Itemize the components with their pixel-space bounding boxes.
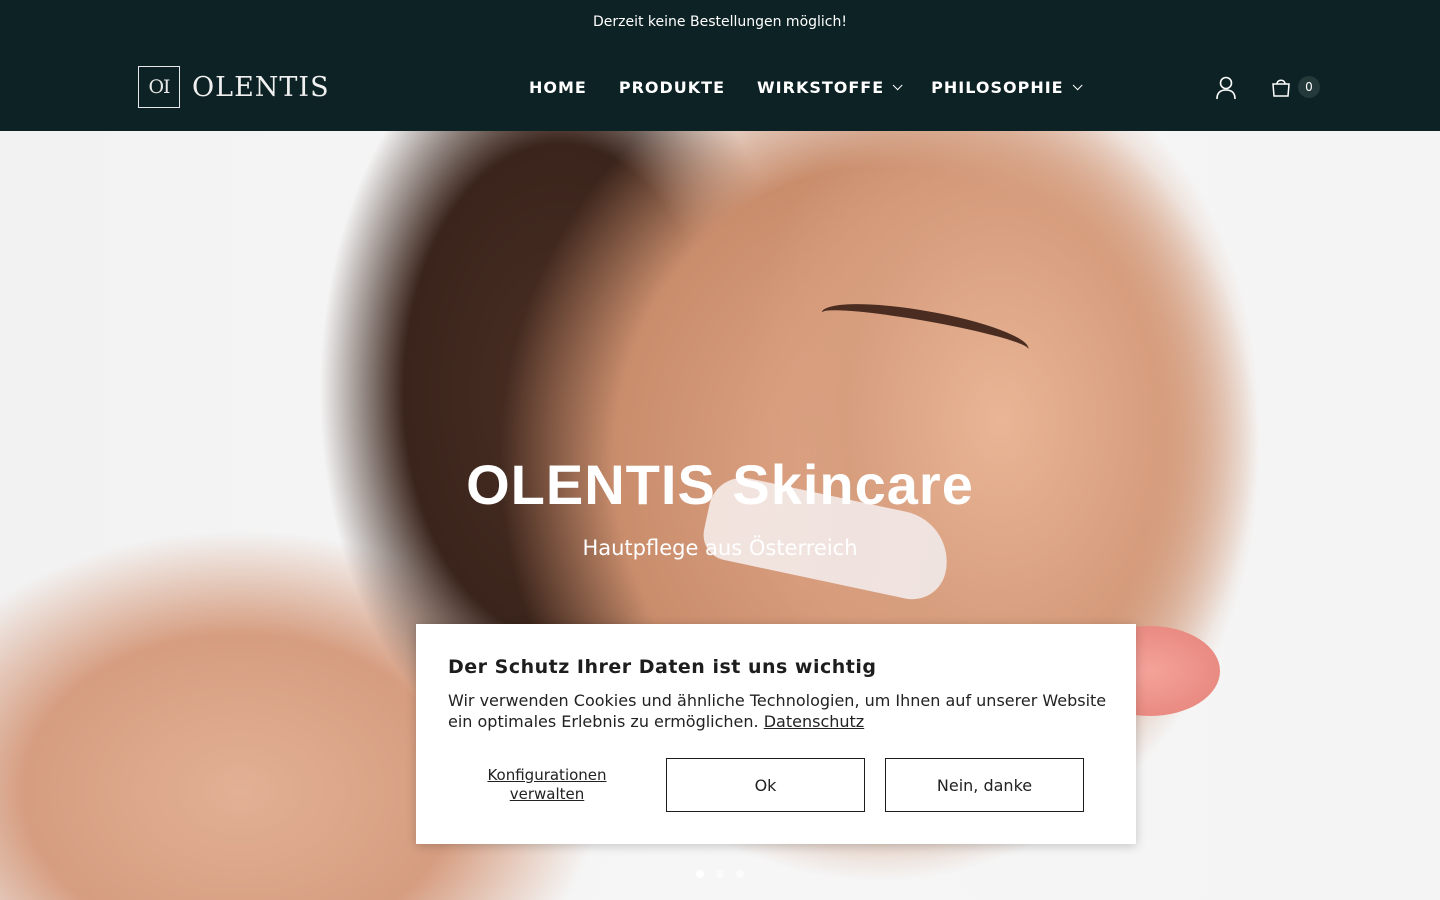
cart-button[interactable]: 0: [1270, 76, 1320, 98]
logo-mark: OI: [138, 66, 180, 108]
shopping-bag-icon: [1272, 79, 1290, 97]
slide-dot-2[interactable]: [716, 870, 724, 878]
announcement-bar: Derzeit keine Bestellungen möglich!: [0, 0, 1440, 44]
nav-wirkstoffe-label: WIRKSTOFFE: [757, 78, 885, 97]
hero-subtitle: Hautpflege aus Österreich: [582, 536, 858, 560]
decline-button[interactable]: Nein, danke: [885, 758, 1084, 812]
nav-philosophie[interactable]: PHILOSOPHIE: [931, 78, 1083, 97]
announcement-text: Derzeit keine Bestellungen möglich!: [592, 14, 847, 30]
nav-home[interactable]: HOME: [529, 78, 587, 97]
privacy-link[interactable]: Datenschutz: [764, 712, 864, 731]
site-header: OI OLENTIS HOME PRODUKTE WIRKSTOFFE PHIL…: [0, 44, 1440, 131]
slide-dot-3[interactable]: [736, 870, 744, 878]
nav-philosophie-label: PHILOSOPHIE: [931, 78, 1064, 97]
nav-home-label: HOME: [529, 78, 587, 97]
nav-wirkstoffe[interactable]: WIRKSTOFFE: [757, 78, 903, 97]
nav-produkte-label: PRODUKTE: [618, 78, 726, 97]
manage-configuration-link[interactable]: Konfigurationen verwalten: [474, 766, 620, 804]
slide-pagination: [696, 870, 756, 878]
chevron-down-icon: [892, 80, 903, 91]
user-icon[interactable]: [1215, 76, 1237, 100]
logo-text: OLENTIS: [192, 71, 330, 103]
slide-dot-1[interactable]: [696, 870, 704, 878]
ok-button[interactable]: Ok: [666, 758, 865, 812]
hero-title: OLENTIS Skincare: [466, 453, 974, 516]
main-nav: HOME PRODUKTE WIRKSTOFFE PHILOSOPHIE: [529, 44, 1111, 131]
hero-image-detail: [818, 293, 1032, 369]
cart-count-badge: 0: [1298, 76, 1320, 98]
cookie-text: Wir verwenden Cookies und ähnliche Techn…: [448, 690, 1108, 732]
chevron-down-icon: [1072, 80, 1083, 91]
logo[interactable]: OI OLENTIS: [138, 66, 330, 108]
cookie-title: Der Schutz Ihrer Daten ist uns wichtig: [448, 656, 877, 678]
cookie-banner: Der Schutz Ihrer Daten ist uns wichtig W…: [416, 624, 1136, 844]
nav-produkte[interactable]: PRODUKTE: [619, 78, 725, 97]
